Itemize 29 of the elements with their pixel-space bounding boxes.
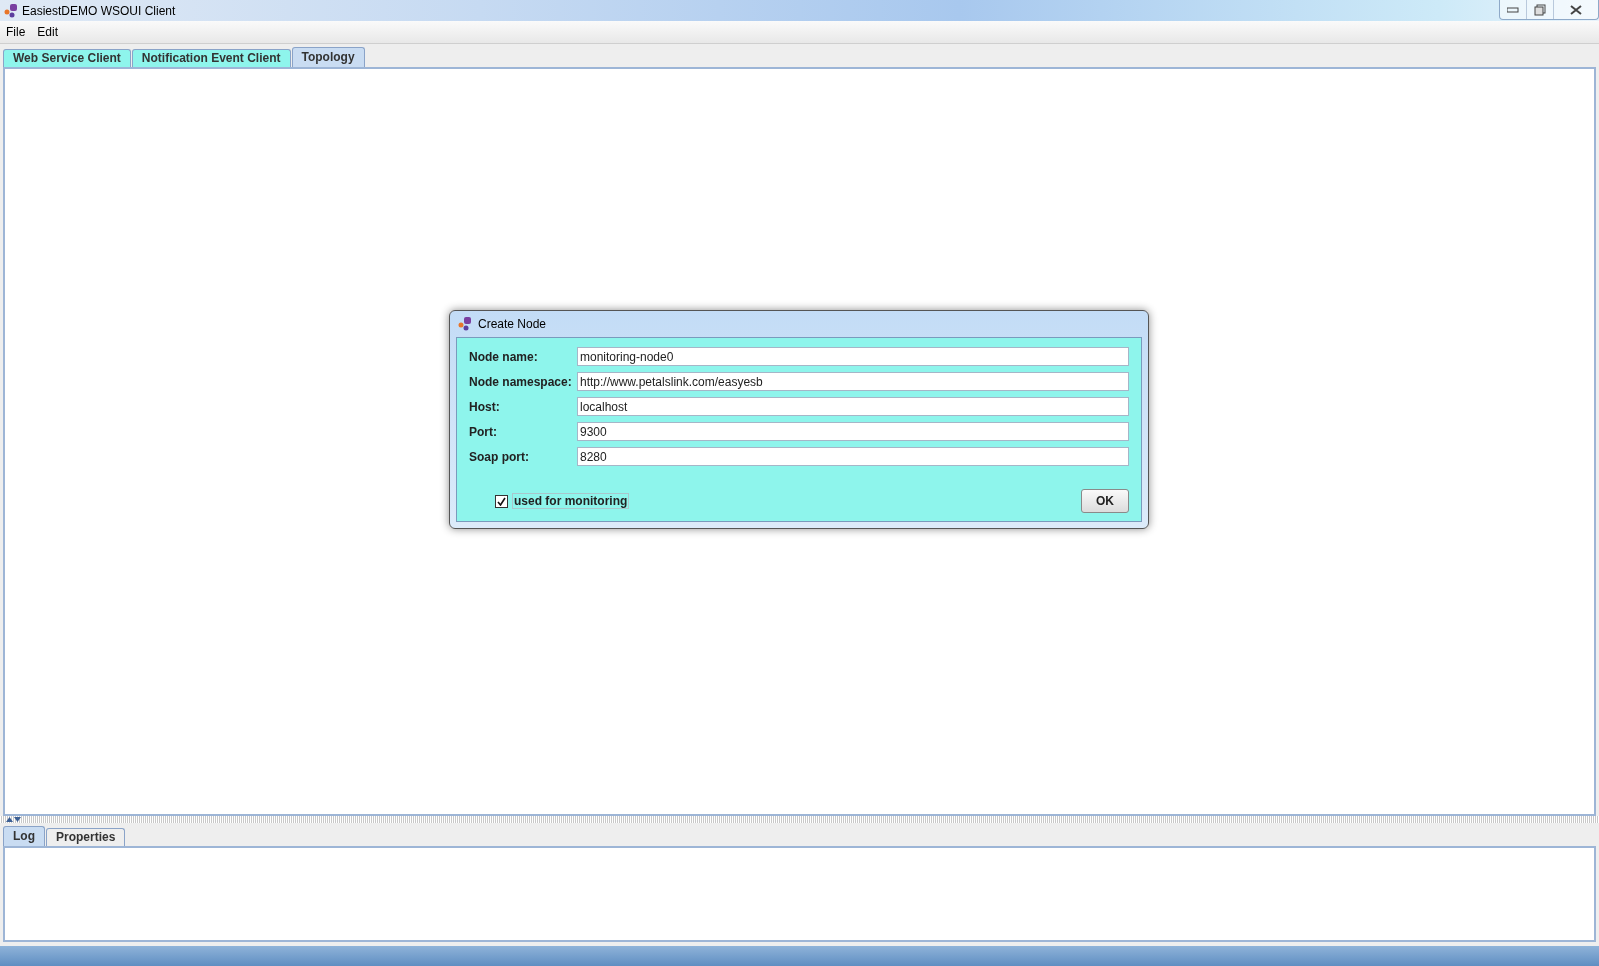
tab[interactable]: Properties xyxy=(46,828,126,846)
app-icon xyxy=(4,3,18,18)
minimize-icon xyxy=(1507,6,1519,13)
field-label: Host: xyxy=(469,399,501,414)
app-icon xyxy=(458,317,472,331)
close-icon xyxy=(1570,4,1582,15)
menu-item[interactable]: File xyxy=(6,25,26,39)
field-label: Node name: xyxy=(469,349,539,364)
input-field[interactable]: http://www.petalslink.com/easyesb xyxy=(577,372,1129,391)
up-arrow-icon[interactable] xyxy=(6,817,13,822)
tab[interactable]: Notification Event Client xyxy=(131,49,291,67)
tab[interactable]: Web Service Client xyxy=(3,49,131,67)
menu-item[interactable]: Edit xyxy=(37,25,59,39)
input-field[interactable]: 8280 xyxy=(577,447,1129,466)
dialog-title: Create Node xyxy=(478,317,547,331)
tab[interactable]: Topology xyxy=(291,47,365,67)
window-title: EasiestDEMO WSOUI Client xyxy=(22,3,176,18)
tab[interactable]: Log xyxy=(3,826,45,846)
input-field[interactable]: monitoring-node0 xyxy=(577,347,1129,366)
checkbox-label: used for monitoring xyxy=(512,493,630,509)
checkbox[interactable] xyxy=(495,494,508,508)
field-label: Soap port: xyxy=(469,449,530,464)
input-field[interactable]: 9300 xyxy=(577,422,1129,441)
field-label: Port: xyxy=(469,424,498,439)
field-label: Node namespace: xyxy=(469,374,573,389)
restore-icon xyxy=(1534,3,1546,16)
ok-button[interactable]: OK xyxy=(1081,489,1129,513)
down-arrow-icon[interactable] xyxy=(14,817,21,822)
input-field[interactable]: localhost xyxy=(577,397,1129,416)
